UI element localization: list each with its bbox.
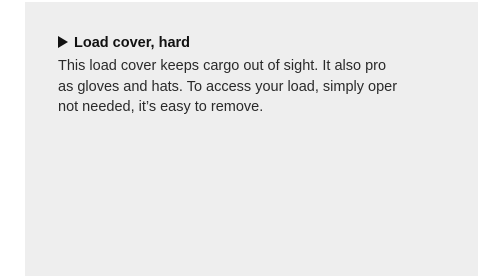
section-heading-text: Load cover, hard [74,35,191,51]
section-heading: Load cover, hard [58,34,190,52]
body-line: as gloves and hats. To access your load,… [58,78,398,95]
body-line: This load cover keeps cargo out of sight… [58,58,387,74]
play-triangle-icon [58,36,68,48]
body-line: not needed, it’s easy to remove. [58,99,264,115]
content-panel: Load cover, hard This load cover keeps c… [25,2,478,276]
section-body: This load cover keeps cargo out of sight… [58,56,397,118]
